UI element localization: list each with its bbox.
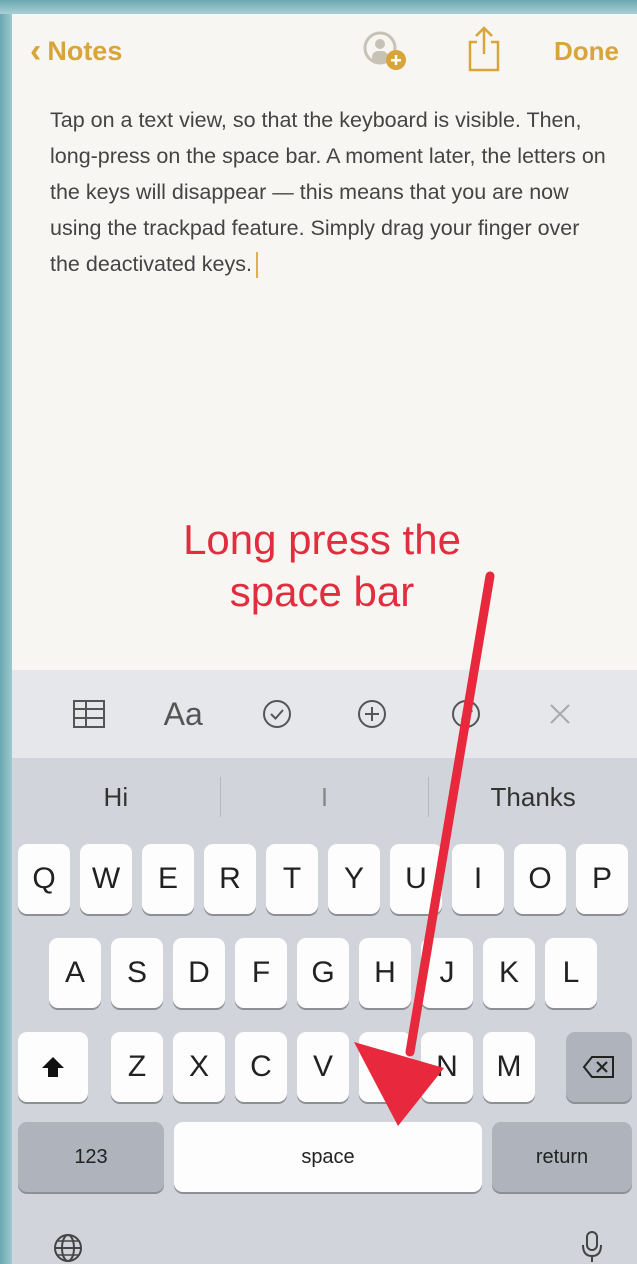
predictive-bar: Hi I Thanks	[12, 758, 637, 836]
key-row-1: Q W E R T Y U I O P	[12, 844, 637, 914]
microphone-icon[interactable]	[580, 1230, 604, 1264]
key-row-3: Z X C V B N M	[12, 1032, 637, 1102]
keyboard-bottom-bar	[12, 1226, 637, 1264]
keyboard: Hi I Thanks Q W E R T Y U I O P A S D F …	[12, 758, 637, 1264]
navigation-bar: ‹ Notes Done	[12, 14, 637, 86]
shift-key[interactable]	[18, 1032, 88, 1102]
key-w[interactable]: W	[80, 844, 132, 914]
key-k[interactable]: K	[483, 938, 535, 1008]
key-j[interactable]: J	[421, 938, 473, 1008]
key-i[interactable]: I	[452, 844, 504, 914]
annotation-line-1: Long press the	[183, 516, 461, 563]
key-z[interactable]: Z	[111, 1032, 163, 1102]
add-people-icon[interactable]	[360, 30, 412, 74]
annotation-line-2: space bar	[229, 568, 415, 615]
insert-button[interactable]	[347, 689, 397, 739]
delete-key[interactable]	[566, 1032, 632, 1102]
numbers-key[interactable]: 123	[18, 1122, 164, 1192]
add-icon	[357, 700, 386, 728]
key-l[interactable]: L	[545, 938, 597, 1008]
key-f[interactable]: F	[235, 938, 287, 1008]
globe-icon[interactable]	[52, 1232, 84, 1264]
return-key[interactable]: return	[492, 1122, 632, 1192]
key-h[interactable]: H	[359, 938, 411, 1008]
table-icon	[73, 700, 106, 728]
markup-icon	[451, 700, 480, 728]
close-icon	[550, 704, 570, 724]
key-g[interactable]: G	[297, 938, 349, 1008]
checklist-button[interactable]	[252, 689, 302, 739]
key-a[interactable]: A	[49, 938, 101, 1008]
key-t[interactable]: T	[266, 844, 318, 914]
key-m[interactable]: M	[483, 1032, 535, 1102]
back-button[interactable]: ‹ Notes	[30, 34, 122, 68]
format-icon: Aa	[163, 695, 203, 732]
space-bar[interactable]: space	[174, 1122, 482, 1192]
backspace-icon	[582, 1056, 614, 1078]
key-r[interactable]: R	[204, 844, 256, 914]
suggestion-3[interactable]: Thanks	[429, 777, 637, 817]
shift-icon	[42, 1057, 64, 1077]
frame-top	[0, 0, 637, 14]
suggestion-1[interactable]: Hi	[12, 777, 220, 817]
share-icon[interactable]	[464, 24, 504, 74]
suggestion-2[interactable]: I	[221, 777, 429, 817]
key-u[interactable]: U	[390, 844, 442, 914]
chevron-left-icon: ‹	[30, 32, 42, 70]
annotation-callout: Long press the space bar	[132, 514, 512, 618]
checklist-icon	[263, 700, 292, 728]
note-text-view[interactable]: Tap on a text view, so that the keyboard…	[50, 102, 610, 282]
markup-button[interactable]	[441, 689, 491, 739]
key-d[interactable]: D	[173, 938, 225, 1008]
note-text: Tap on a text view, so that the keyboard…	[50, 108, 606, 276]
key-row-4: 123 space return	[12, 1122, 637, 1192]
key-s[interactable]: S	[111, 938, 163, 1008]
text-cursor	[255, 252, 258, 279]
key-e[interactable]: E	[142, 844, 194, 914]
close-toolbar-button[interactable]	[535, 689, 585, 739]
key-c[interactable]: C	[235, 1032, 287, 1102]
table-button[interactable]	[64, 689, 114, 739]
key-v[interactable]: V	[297, 1032, 349, 1102]
frame-left	[0, 0, 12, 1264]
key-n[interactable]: N	[421, 1032, 473, 1102]
key-o[interactable]: O	[514, 844, 566, 914]
done-button[interactable]: Done	[554, 36, 619, 67]
phone-screen: ‹ Notes Done Tap on a text view, so that…	[12, 14, 637, 1264]
key-p[interactable]: P	[576, 844, 628, 914]
back-label: Notes	[47, 35, 123, 66]
format-toolbar: Aa	[12, 670, 637, 758]
key-x[interactable]: X	[173, 1032, 225, 1102]
key-q[interactable]: Q	[18, 844, 70, 914]
format-button[interactable]: Aa	[158, 689, 208, 739]
key-y[interactable]: Y	[328, 844, 380, 914]
key-b[interactable]: B	[359, 1032, 411, 1102]
key-row-2: A S D F G H J K L	[12, 938, 637, 1008]
